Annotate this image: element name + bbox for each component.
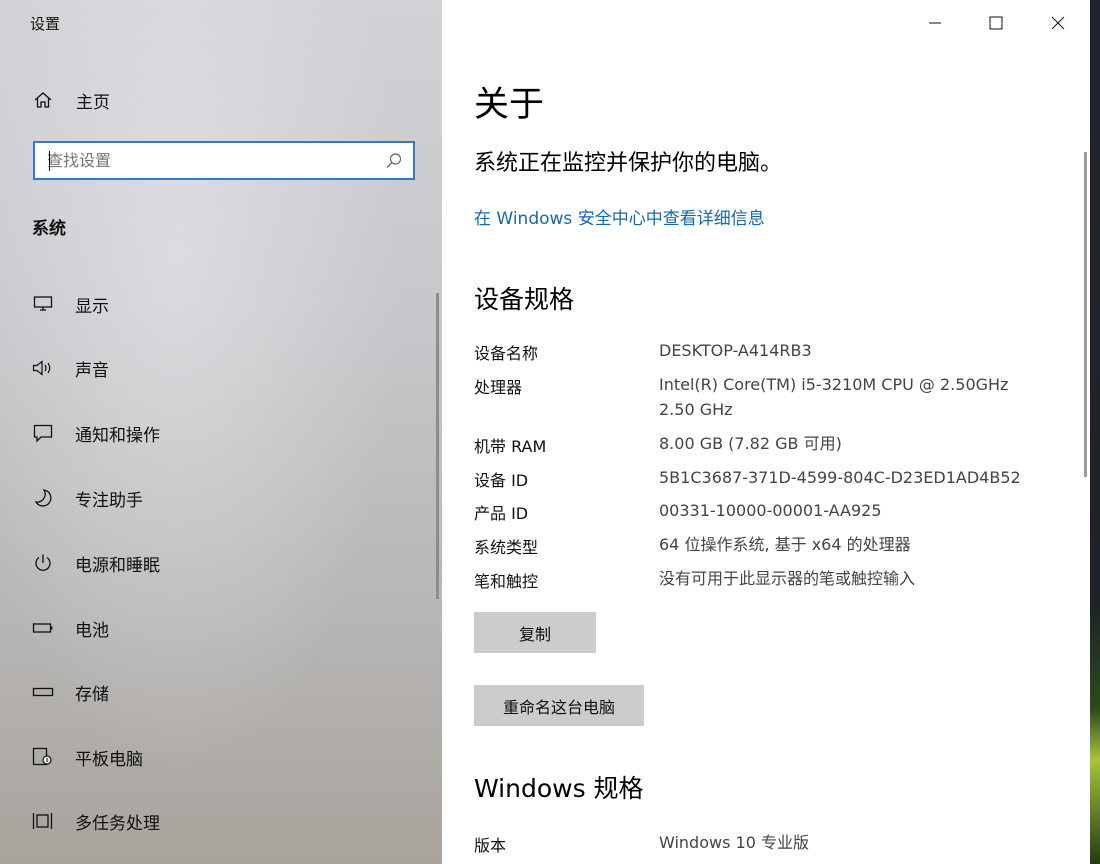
spec-key-ram: 机带 RAM xyxy=(474,433,546,457)
spec-key-product-id: 产品 ID xyxy=(474,500,528,524)
sidebar-item-display[interactable]: 显示 xyxy=(32,289,412,319)
power-icon xyxy=(32,552,54,574)
tablet-icon xyxy=(32,746,54,768)
sidebar-item-tablet[interactable]: 平板电脑 xyxy=(32,742,412,772)
display-icon xyxy=(32,293,54,315)
sidebar-item-label: 电池 xyxy=(75,616,109,641)
close-button[interactable] xyxy=(1043,10,1073,38)
sidebar: 设置 主页 系统 显示 声音 xyxy=(0,0,442,864)
content-scrollbar[interactable] xyxy=(1084,152,1087,477)
spec-value-pen-touch: 没有可用于此显示器的笔或触控输入 xyxy=(659,566,915,591)
desktop-background xyxy=(1090,0,1100,864)
sidebar-item-label: 显示 xyxy=(75,292,109,317)
spec-value-processor: Intel(R) Core(TM) i5-3210M CPU @ 2.50GHz xyxy=(659,372,1008,397)
sidebar-item-label: 专注助手 xyxy=(75,486,143,511)
sidebar-item-multitasking[interactable]: 多任务处理 xyxy=(32,806,412,836)
spec-key-device-id: 设备 ID xyxy=(474,467,528,491)
windows-specs-heading: Windows 规格 xyxy=(474,769,644,805)
maximize-icon xyxy=(989,15,1003,34)
home-icon xyxy=(32,89,54,111)
spec-value-ram: 8.00 GB (7.82 GB 可用) xyxy=(659,431,842,456)
sidebar-item-battery[interactable]: 电池 xyxy=(32,613,412,643)
rename-pc-button[interactable]: 重命名这台电脑 xyxy=(474,685,644,726)
search-icon[interactable] xyxy=(385,152,403,174)
text-caret xyxy=(49,151,50,171)
sidebar-item-label: 多任务处理 xyxy=(75,809,160,834)
sidebar-item-focus-assist[interactable]: 专注助手 xyxy=(32,483,412,513)
battery-icon xyxy=(32,617,54,639)
security-center-link[interactable]: 在 Windows 安全中心中查看详细信息 xyxy=(474,204,765,229)
search-box[interactable] xyxy=(33,141,415,180)
section-title: 系统 xyxy=(32,214,66,239)
sidebar-item-storage[interactable]: 存储 xyxy=(32,677,412,707)
close-icon xyxy=(1051,15,1065,34)
spec-value-device-id: 5B1C3687-371D-4599-804C-D23ED1AD4B52 xyxy=(659,465,1021,490)
minimize-icon xyxy=(928,15,942,34)
app-title: 设置 xyxy=(30,13,60,34)
spec-key-device-name: 设备名称 xyxy=(474,340,538,364)
storage-icon xyxy=(32,681,54,703)
moon-icon xyxy=(32,487,54,509)
spec-key-pen-touch: 笔和触控 xyxy=(474,568,538,592)
page-title: 关于 xyxy=(474,76,544,127)
spec-key-edition: 版本 xyxy=(474,832,506,856)
device-specs-heading: 设备规格 xyxy=(474,280,574,316)
main-content: 关于 系统正在监控并保护你的电脑。 在 Windows 安全中心中查看详细信息 … xyxy=(442,0,1090,864)
speaker-icon xyxy=(32,357,54,379)
spec-key-processor: 处理器 xyxy=(474,374,522,398)
spec-value-processor-speed: 2.50 GHz xyxy=(659,397,733,422)
notification-icon xyxy=(32,422,54,444)
home-label: 主页 xyxy=(76,88,110,113)
spec-value-product-id: 00331-10000-00001-AA925 xyxy=(659,498,882,523)
spec-key-system-type: 系统类型 xyxy=(474,534,538,558)
sidebar-item-label: 电源和睡眠 xyxy=(75,551,160,576)
sidebar-scrollbar[interactable] xyxy=(436,293,439,599)
sidebar-item-label: 平板电脑 xyxy=(75,745,143,770)
settings-window: 设置 主页 系统 显示 声音 xyxy=(0,0,1090,864)
maximize-button[interactable] xyxy=(981,10,1011,38)
sidebar-item-label: 通知和操作 xyxy=(75,421,160,446)
sidebar-home[interactable]: 主页 xyxy=(32,86,332,114)
sidebar-item-label: 存储 xyxy=(75,680,109,705)
spec-value-device-name: DESKTOP-A414RB3 xyxy=(659,338,812,363)
copy-button[interactable]: 复制 xyxy=(474,612,596,653)
sidebar-item-sound[interactable]: 声音 xyxy=(32,353,412,383)
sidebar-item-label: 声音 xyxy=(75,356,109,381)
protection-status: 系统正在监控并保护你的电脑。 xyxy=(474,145,782,177)
multitasking-icon xyxy=(32,810,54,832)
spec-value-system-type: 64 位操作系统, 基于 x64 的处理器 xyxy=(659,532,911,557)
minimize-button[interactable] xyxy=(920,10,950,38)
sidebar-item-power-sleep[interactable]: 电源和睡眠 xyxy=(32,548,412,578)
spec-value-edition: Windows 10 专业版 xyxy=(659,830,809,855)
search-input[interactable] xyxy=(35,143,377,178)
sidebar-item-notifications[interactable]: 通知和操作 xyxy=(32,418,412,448)
